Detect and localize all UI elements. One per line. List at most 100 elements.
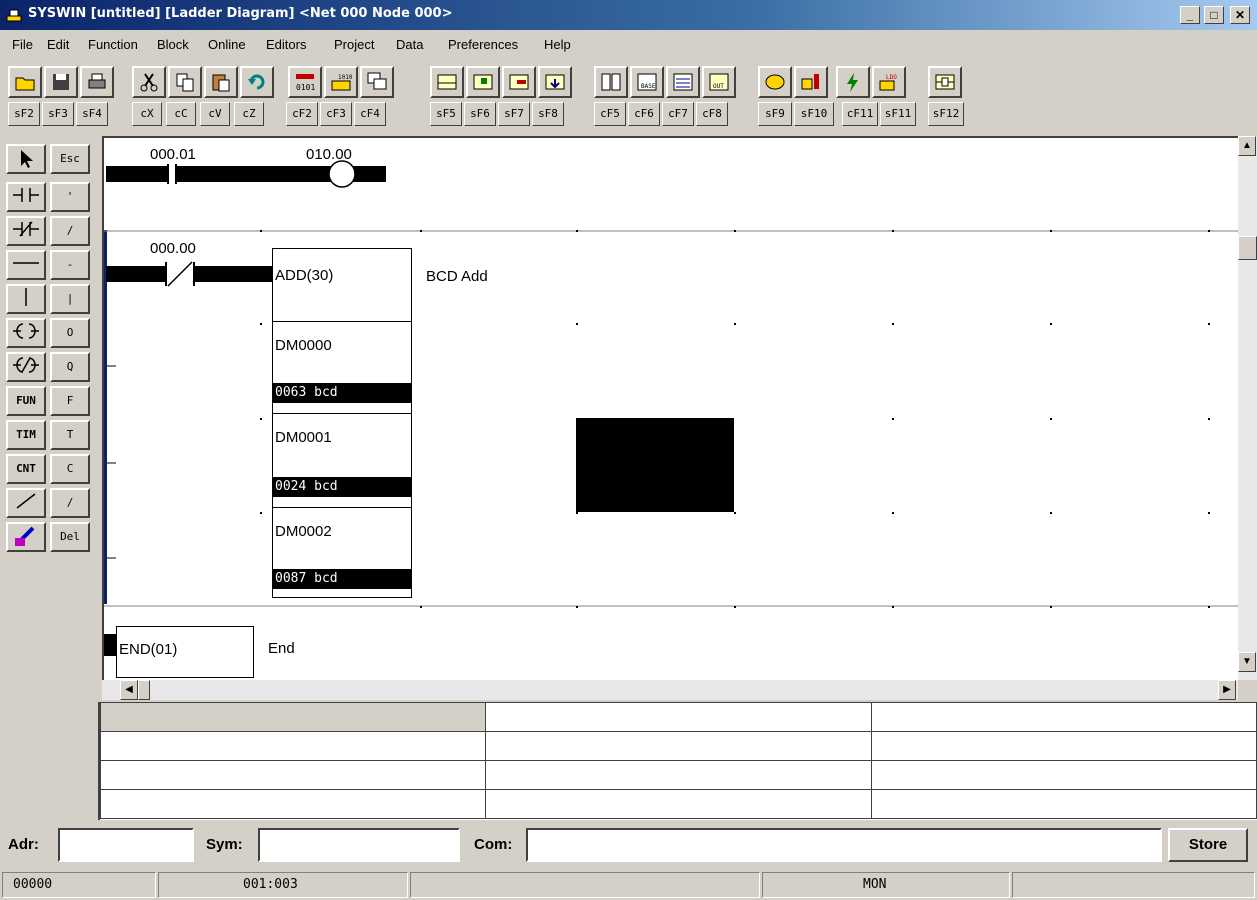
shortcut-sf9[interactable]: sF9 <box>758 102 792 126</box>
vertical-scrollbar[interactable]: ▲ ▼ <box>1238 136 1257 680</box>
comment-field[interactable] <box>526 828 1162 862</box>
rung-icon[interactable] <box>430 66 464 98</box>
scroll-up-icon[interactable]: ▲ <box>1238 136 1256 156</box>
counter-button[interactable]: CNT <box>6 454 46 484</box>
symbol-field[interactable] <box>258 828 460 862</box>
ladder-diagram[interactable]: 000.01 010.00 000.00 ADD(30) DM0000 0063… <box>102 136 1238 680</box>
menu-file[interactable]: File <box>12 37 33 52</box>
cut-icon[interactable] <box>132 66 166 98</box>
coil-negated-key[interactable]: Q <box>50 352 90 382</box>
contact-nc-icon[interactable] <box>6 216 46 246</box>
shortcut-sf3[interactable]: sF3 <box>42 102 74 126</box>
paste-icon[interactable] <box>204 66 238 98</box>
horizontal-scrollbar[interactable]: ◀ ▶ <box>102 680 1238 700</box>
close-button[interactable]: ✕ <box>1230 6 1250 24</box>
undo-icon[interactable] <box>240 66 274 98</box>
shortcut-cf7[interactable]: cF7 <box>662 102 694 126</box>
coil-icon[interactable] <box>6 318 46 348</box>
shortcut-sf5[interactable]: sF5 <box>430 102 462 126</box>
shortcut-sf12[interactable]: sF12 <box>928 102 964 126</box>
edit-tool-icon[interactable] <box>6 522 46 552</box>
save-icon[interactable] <box>44 66 78 98</box>
shortcut-sf2[interactable]: sF2 <box>8 102 40 126</box>
list-icon[interactable] <box>666 66 700 98</box>
grid-cell[interactable] <box>870 702 1257 732</box>
grid-cell[interactable] <box>870 760 1257 790</box>
function-button[interactable]: FUN <box>6 386 46 416</box>
contact-no-key[interactable]: ' <box>50 182 90 212</box>
esc-button[interactable]: Esc <box>50 144 90 174</box>
compile-icon[interactable]: LDO <box>872 66 906 98</box>
vertical-line-icon[interactable] <box>6 284 46 314</box>
menu-online[interactable]: Online <box>208 37 246 52</box>
grid-cell[interactable] <box>485 760 872 790</box>
vertical-line-key[interactable]: | <box>50 284 90 314</box>
shortcut-sf11[interactable]: sF11 <box>880 102 916 126</box>
insert-icon[interactable] <box>466 66 500 98</box>
grid-cell[interactable] <box>99 702 487 732</box>
menu-function[interactable]: Function <box>88 37 138 52</box>
shortcut-cf11[interactable]: cF11 <box>842 102 878 126</box>
shortcut-cx[interactable]: cX <box>132 102 162 126</box>
shortcut-cf5[interactable]: cF5 <box>594 102 626 126</box>
timer-button[interactable]: TIM <box>6 420 46 450</box>
horizontal-line-key[interactable]: - <box>50 250 90 280</box>
vertical-scroll-thumb[interactable] <box>1238 236 1257 260</box>
grid-cell[interactable] <box>870 789 1257 819</box>
contact-nc-key[interactable]: / <box>50 216 90 246</box>
grid-cell[interactable] <box>485 731 872 761</box>
network-icon[interactable] <box>594 66 628 98</box>
grid-cell[interactable] <box>870 731 1257 761</box>
shortcut-cf8[interactable]: cF8 <box>696 102 728 126</box>
store-button[interactable]: Store <box>1168 828 1248 862</box>
menu-data[interactable]: Data <box>396 37 423 52</box>
shortcut-sf7[interactable]: sF7 <box>498 102 530 126</box>
instruction-block-add[interactable]: ADD(30) DM0000 0063 bcd DM0001 0024 bcd … <box>272 248 412 598</box>
grid-cell[interactable] <box>99 789 487 819</box>
scroll-down-icon[interactable]: ▼ <box>1238 652 1256 672</box>
grid-cell[interactable] <box>485 702 872 732</box>
io-table-icon[interactable]: 1010 <box>324 66 358 98</box>
grid-cell[interactable] <box>485 789 872 819</box>
menu-project[interactable]: Project <box>334 37 374 52</box>
window-icon[interactable] <box>360 66 394 98</box>
shortcut-sf6[interactable]: sF6 <box>464 102 496 126</box>
shortcut-cf4[interactable]: cF4 <box>354 102 386 126</box>
open-icon[interactable] <box>8 66 42 98</box>
coil-key[interactable]: O <box>50 318 90 348</box>
instruction-block-end[interactable]: END(01) <box>116 626 254 678</box>
address-field[interactable] <box>58 828 194 862</box>
delete-button[interactable]: Del <box>50 522 90 552</box>
scroll-left-icon[interactable]: ◀ <box>120 680 138 700</box>
menu-block[interactable]: Block <box>157 37 189 52</box>
instruction-icon[interactable] <box>928 66 962 98</box>
grid-cell[interactable] <box>99 760 487 790</box>
shortcut-sf10[interactable]: sF10 <box>794 102 834 126</box>
database-icon[interactable]: BASE <box>630 66 664 98</box>
coil-010-00[interactable] <box>328 160 356 188</box>
shortcut-cz[interactable]: cZ <box>234 102 264 126</box>
diagonal-line-icon[interactable] <box>6 488 46 518</box>
phone-icon[interactable] <box>758 66 792 98</box>
horizontal-scroll-thumb[interactable] <box>138 680 150 700</box>
cursor-block[interactable] <box>576 418 734 512</box>
goto-icon[interactable] <box>538 66 572 98</box>
function-key[interactable]: F <box>50 386 90 416</box>
timer-key[interactable]: T <box>50 420 90 450</box>
menu-edit[interactable]: Edit <box>47 37 69 52</box>
shortcut-cf2[interactable]: cF2 <box>286 102 318 126</box>
shortcut-sf4[interactable]: sF4 <box>76 102 108 126</box>
coil-negated-icon[interactable] <box>6 352 46 382</box>
shortcut-cf6[interactable]: cF6 <box>628 102 660 126</box>
menu-preferences[interactable]: Preferences <box>448 37 518 52</box>
flash-icon[interactable] <box>836 66 870 98</box>
menu-help[interactable]: Help <box>544 37 571 52</box>
maximize-button[interactable]: □ <box>1204 6 1224 24</box>
shortcut-cv[interactable]: cV <box>200 102 230 126</box>
minimize-button[interactable]: _ <box>1180 6 1200 24</box>
print-icon[interactable] <box>80 66 114 98</box>
diagonal-line-key[interactable]: / <box>50 488 90 518</box>
grid-cell[interactable] <box>99 731 487 761</box>
select-arrow-icon[interactable] <box>6 144 46 174</box>
horizontal-line-icon[interactable] <box>6 250 46 280</box>
